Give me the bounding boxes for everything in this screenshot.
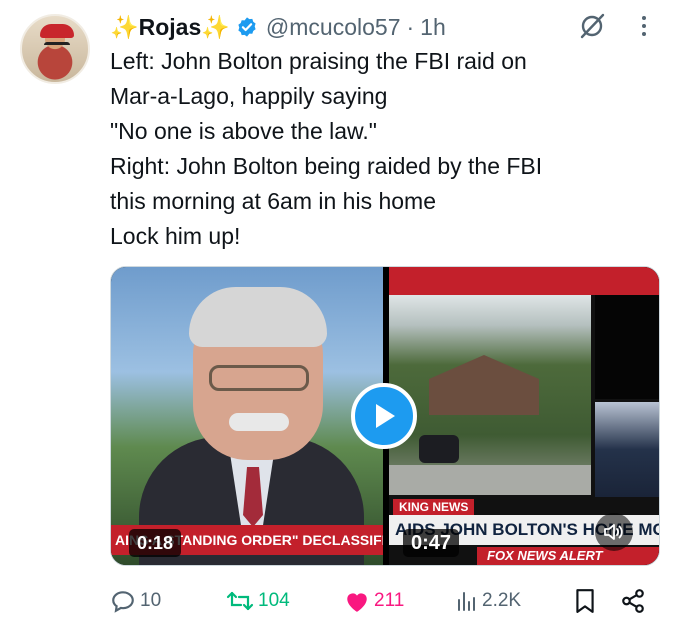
- share-icon: [622, 589, 644, 613]
- tweet-text-line: Left: John Bolton praising the FBI raid …: [110, 48, 527, 74]
- left-video-hair: [189, 287, 327, 347]
- right-video-anchor: [595, 402, 659, 497]
- left-video-duration: 0:18: [129, 529, 182, 557]
- left-video-frame: [111, 267, 383, 565]
- like-icon: [347, 593, 367, 612]
- like-button[interactable]: 211: [344, 584, 404, 618]
- verified-badge-icon: [238, 17, 256, 37]
- volume-icon: [604, 524, 623, 540]
- bookmark-icon: [576, 589, 594, 613]
- right-video-duration: 0:47: [403, 529, 460, 557]
- like-count: 211: [374, 590, 405, 611]
- right-video-scene: [389, 295, 591, 495]
- play-button[interactable]: [351, 383, 417, 449]
- avatar-cap: [40, 24, 74, 38]
- repost-count: 104: [258, 590, 290, 611]
- avatar-glasses: [44, 42, 70, 48]
- grok-icon[interactable]: [578, 12, 606, 40]
- share-button[interactable]: [620, 584, 650, 618]
- tweet-text-line: Mar-a-Lago, happily saying: [110, 83, 388, 109]
- right-video-topbar: [389, 267, 659, 295]
- repost-icon: [226, 591, 254, 611]
- video-media[interactable]: S AINS A STANDING ORDER" DECLASSIFIED DO…: [110, 266, 660, 566]
- author-display-name[interactable]: ✨Rojas✨: [110, 14, 230, 41]
- bookmark-button[interactable]: [574, 584, 600, 618]
- volume-button[interactable]: [595, 513, 633, 551]
- tweet-text-line: Lock him up!: [110, 223, 241, 249]
- views-icon: [458, 592, 475, 611]
- right-video-news-tag: KING NEWS: [393, 499, 475, 515]
- left-video-mustache: [229, 413, 289, 431]
- right-video-road: [389, 465, 591, 495]
- left-video-glasses: [209, 365, 309, 391]
- right-video-house: [429, 355, 539, 415]
- timestamp[interactable]: 1h: [420, 14, 446, 41]
- views-button[interactable]: 2.2K: [454, 584, 521, 618]
- right-video-car: [419, 435, 459, 463]
- author-handle[interactable]: @mcucolo57: [266, 14, 401, 41]
- reply-button[interactable]: 10: [110, 584, 161, 618]
- tweet-text-line: "No one is above the law.": [110, 118, 377, 144]
- tweet-text-line: Right: John Bolton being raided by the F…: [110, 153, 543, 179]
- avatar[interactable]: [20, 14, 90, 84]
- reply-count: 10: [140, 590, 162, 611]
- tweet-header: ✨Rojas✨ @mcucolo57 · 1h: [110, 10, 446, 44]
- right-video-alert: FOX NEWS ALERT: [477, 547, 659, 565]
- play-icon: [376, 404, 395, 428]
- views-count: 2.2K: [482, 590, 522, 611]
- tweet-text-line: this morning at 6am in his home: [110, 188, 436, 214]
- more-icon[interactable]: [636, 12, 652, 40]
- reply-icon: [112, 591, 134, 613]
- repost-button[interactable]: 104: [226, 584, 290, 618]
- tweet-text: Left: John Bolton praising the FBI raid …: [110, 44, 670, 254]
- separator-dot: ·: [406, 13, 415, 40]
- right-video-dark-panel: [595, 295, 659, 399]
